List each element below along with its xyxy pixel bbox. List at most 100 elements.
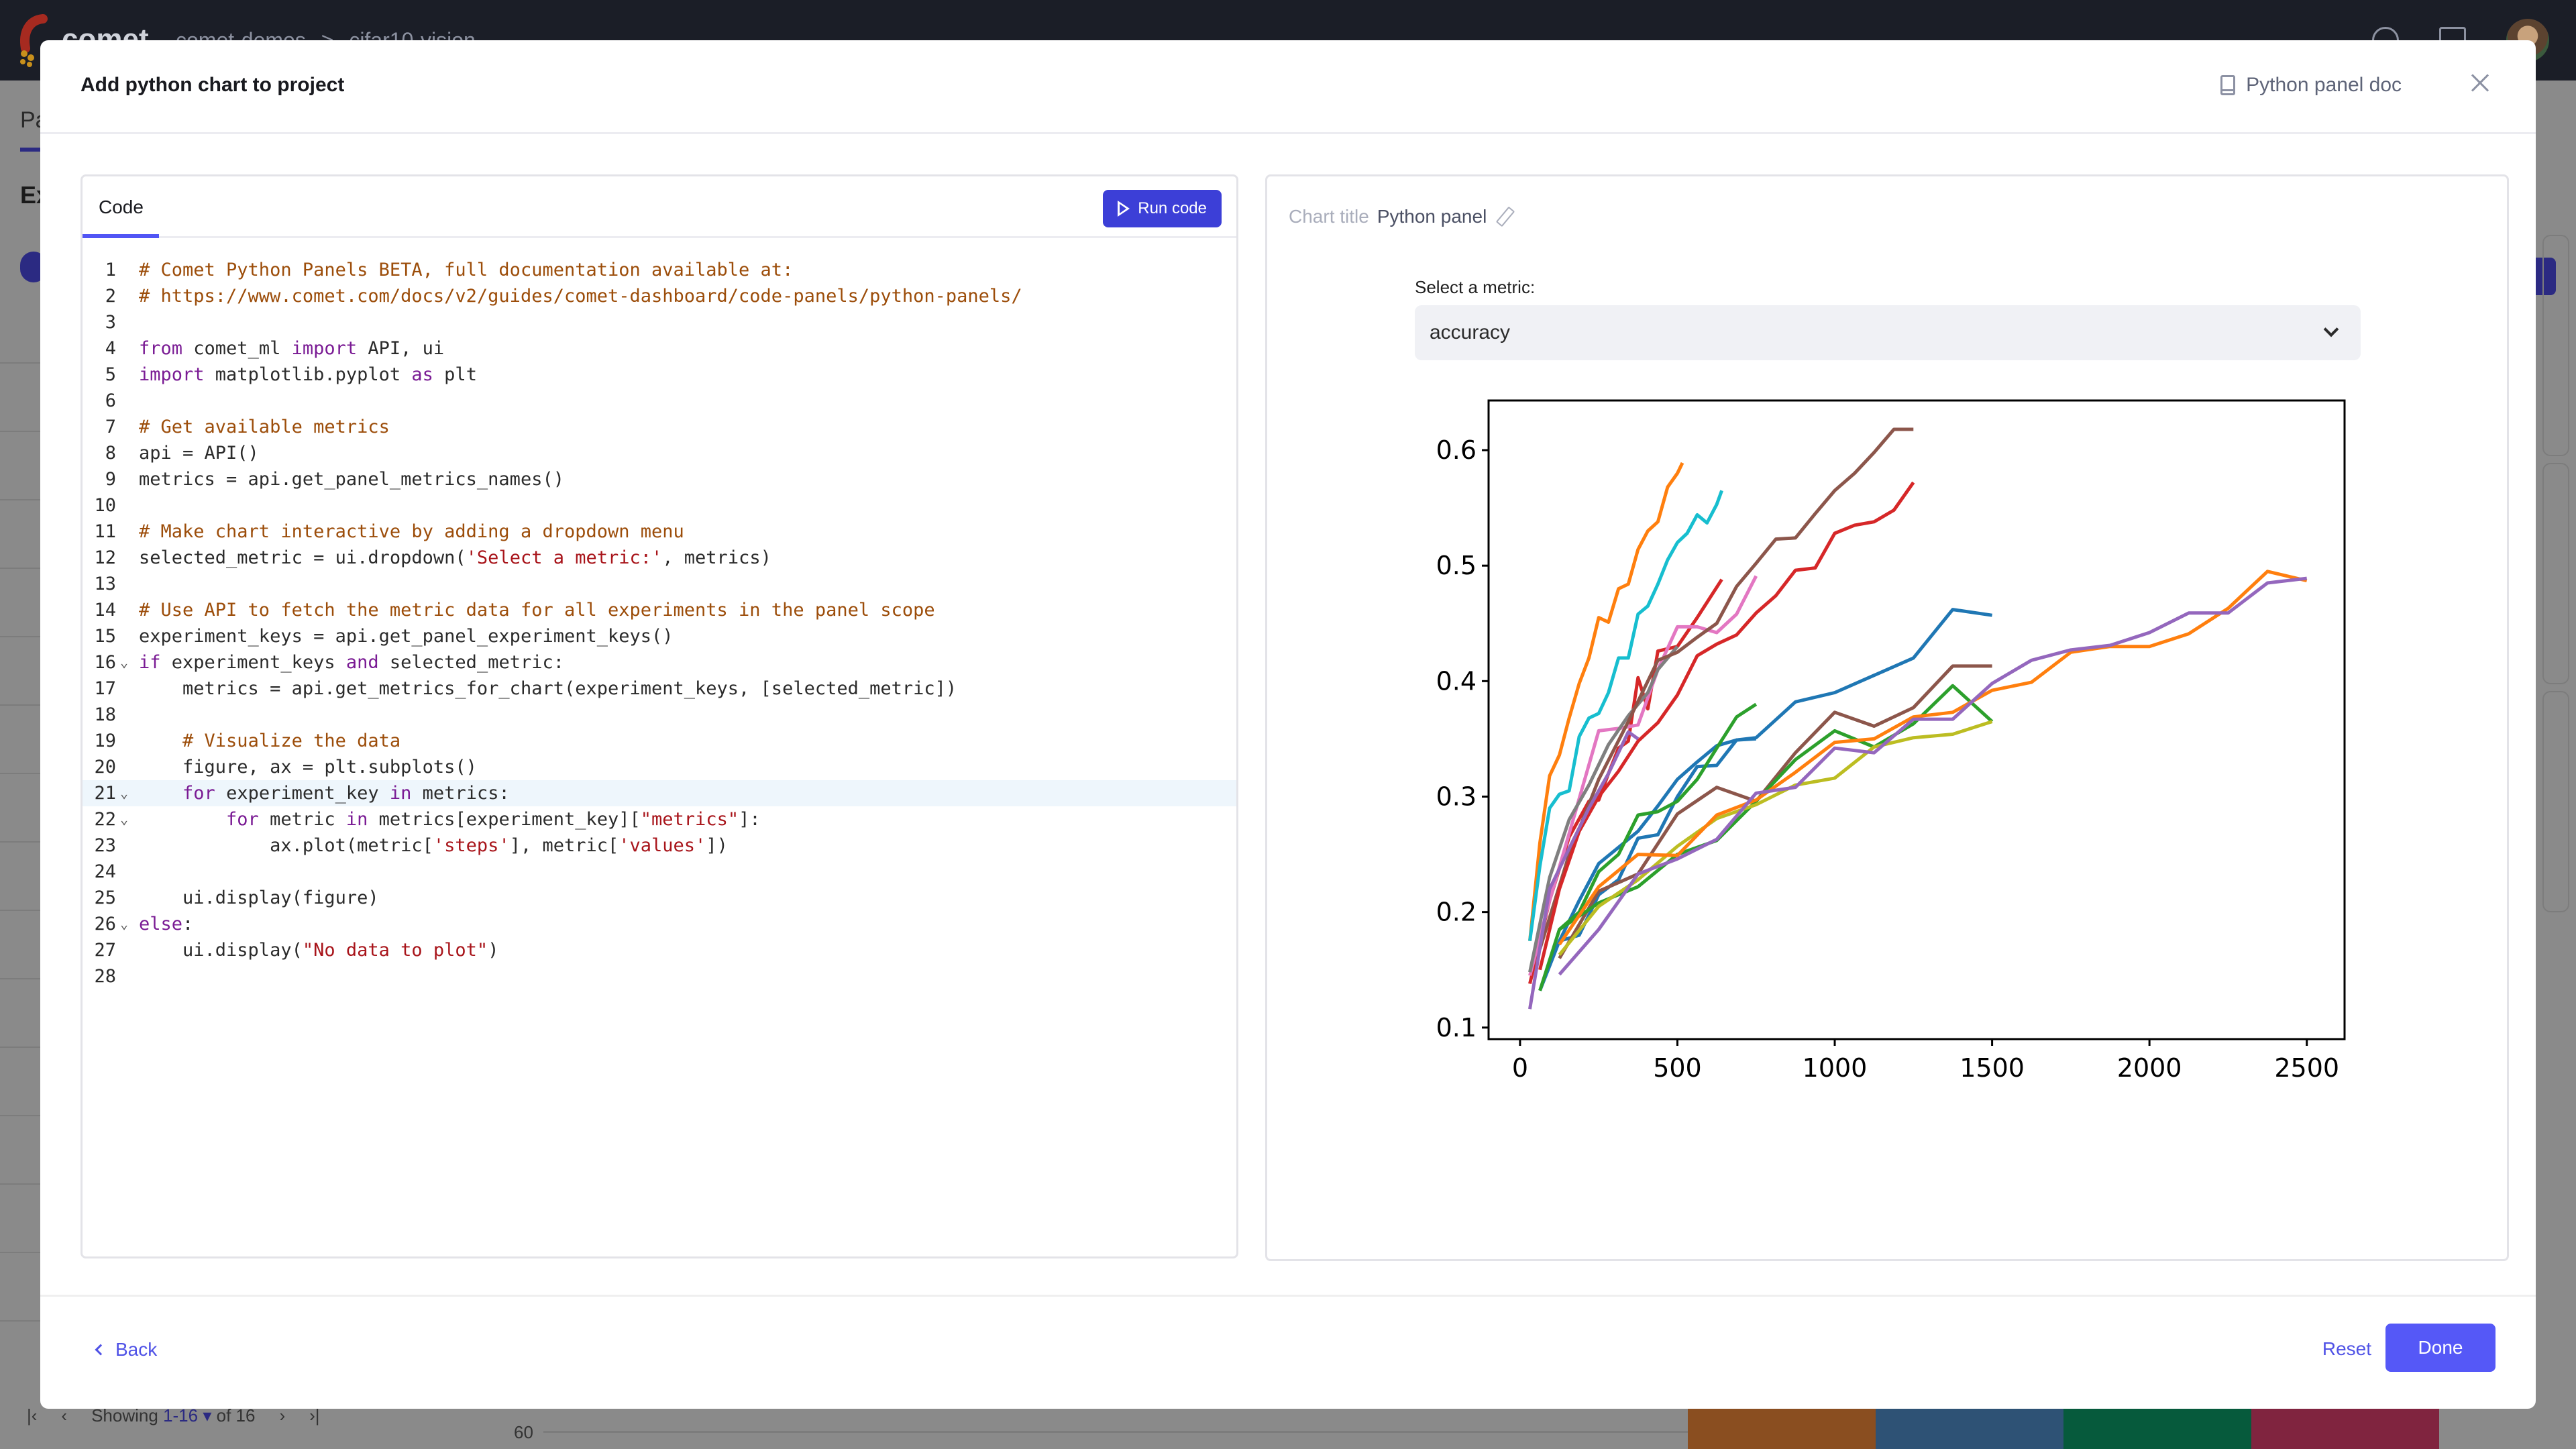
y-tick-label: 0.1 [1436,1013,1477,1042]
first-page-icon: |‹ [27,1405,38,1426]
line-number: 11 [94,521,116,542]
code-text: # Use API to fetch the metric data for a… [139,600,935,621]
back-button[interactable]: Back [95,1339,157,1360]
line-number: 17 [94,678,116,699]
background-row [0,1048,40,1116]
series-line-run-pink [1528,575,1758,976]
code-panel: Code Run code 1 # Comet Python Panels BET… [80,174,1238,1258]
background-card [2542,463,2569,684]
code-line[interactable]: 2 # https://www.comet.com/docs/v2/guides/… [83,283,1236,309]
modal-header: Add python chart to project Python panel… [40,40,2536,134]
line-number: 22 [94,809,116,830]
modal-footer: Back Reset Done [40,1295,2536,1409]
code-line[interactable]: 11 # Make chart interactive by adding a d… [83,519,1236,545]
code-line[interactable]: 1 # Comet Python Panels BETA, full docume… [83,257,1236,283]
run-code-button[interactable]: Run code [1103,190,1222,227]
modal-title: Add python chart to project [80,74,345,96]
line-number: 6 [105,390,116,411]
code-line[interactable]: 13 [83,571,1236,597]
y-tick-label: 0.2 [1436,898,1477,927]
code-text: experiment_keys = api.get_panel_experime… [139,626,674,647]
code-line[interactable]: 24 [83,859,1236,885]
code-line[interactable]: 21 ⌄ for experiment_key in metrics: [83,780,1236,806]
background-row [0,774,40,843]
code-line[interactable]: 20 figure, ax = plt.subplots() [83,754,1236,780]
line-number: 3 [105,312,116,333]
code-line[interactable]: 12 selected_metric = ui.dropdown('Select … [83,545,1236,571]
code-line[interactable]: 17 metrics = api.get_metrics_for_chart(e… [83,676,1236,702]
close-button[interactable] [2466,68,2496,98]
line-number: 21 [94,783,116,804]
line-number: 8 [105,443,116,464]
code-line[interactable]: 3 [83,309,1236,335]
background-row [0,843,40,911]
fold-chevron-icon[interactable]: ⌄ [120,911,128,937]
fold-chevron-icon[interactable]: ⌄ [120,780,128,806]
line-number: 2 [105,286,116,307]
code-text: for experiment_key in metrics: [182,783,510,804]
tab-code[interactable]: Code [99,197,144,218]
background-row [0,364,40,432]
line-number: 19 [94,731,116,751]
x-tick-label: 0 [1512,1053,1528,1083]
line-number: 20 [94,757,116,777]
code-line[interactable]: 16 ⌄ if experiment_keys and selected_metri… [83,649,1236,676]
code-line[interactable]: 26 ⌄ else: [83,911,1236,937]
python-panel-doc-link[interactable]: Python panel doc [2220,74,2402,97]
background-swatch [2063,1409,2251,1449]
background-swatch [1876,1409,2063,1449]
code-line[interactable]: 8 api = API() [83,440,1236,466]
code-line[interactable]: 4 from comet_ml import API, ui [83,335,1236,362]
line-number: 24 [94,861,116,882]
code-text: # Make chart interactive by adding a dro… [139,521,684,542]
code-line[interactable]: 9 metrics = api.get_panel_metrics_names() [83,466,1236,492]
code-line[interactable]: 28 [83,963,1236,989]
code-text: # https://www.comet.com/docs/v2/guides/c… [139,286,1022,307]
code-line[interactable]: 22 ⌄ for metric in metrics[experiment_key… [83,806,1236,833]
code-tabbar: Code Run code [83,176,1236,238]
line-number: 28 [94,966,116,987]
x-tick-label: 2500 [2274,1053,2339,1083]
code-line[interactable]: 7 # Get available metrics [83,414,1236,440]
done-button[interactable]: Done [2385,1324,2496,1372]
code-line[interactable]: 10 [83,492,1236,519]
code-text: from comet_ml import API, ui [139,338,445,359]
code-line[interactable]: 27 ui.display("No data to plot") [83,937,1236,963]
code-line[interactable]: 25 ui.display(figure) [83,885,1236,911]
line-number: 7 [105,417,116,437]
code-line[interactable]: 18 [83,702,1236,728]
background-row [0,500,40,569]
code-text: metrics = api.get_metrics_for_chart(expe… [139,678,957,699]
reset-button[interactable]: Reset [2322,1338,2371,1360]
code-line[interactable]: 5 import matplotlib.pyplot as plt [83,362,1236,388]
line-number: 14 [94,600,116,621]
run-code-label: Run code [1138,199,1207,217]
code-line[interactable]: 19 # Visualize the data [83,728,1236,754]
background-row [0,569,40,637]
chart-preview-panel: Chart title Python panel Select a metric… [1265,174,2509,1261]
fold-chevron-icon[interactable]: ⌄ [120,649,128,676]
play-icon [1118,201,1130,217]
x-tick-label: 1500 [1960,1053,2025,1083]
code-text: for metric in metrics[experiment_key]["m… [226,809,761,830]
code-line[interactable]: 15 experiment_keys = api.get_panel_experi… [83,623,1236,649]
code-text: # Get available metrics [139,417,390,437]
line-number: 5 [105,364,116,385]
series-line-run-orange-long [1558,570,2308,946]
chevron-left-icon [95,1344,107,1356]
background-row [0,706,40,774]
code-editor[interactable]: 1 # Comet Python Panels BETA, full docume… [83,257,1236,989]
background-chart-line [543,1431,1697,1433]
code-line[interactable]: 14 # Use API to fetch the metric data for… [83,597,1236,623]
background-row [0,979,40,1048]
background-row [0,1253,40,1322]
code-text: api = API() [139,443,259,464]
line-number: 13 [94,574,116,594]
line-number: 4 [105,338,116,359]
line-number: 15 [94,626,116,647]
line-number: 23 [94,835,116,856]
fold-chevron-icon[interactable]: ⌄ [120,806,128,833]
code-line[interactable]: 23 ax.plot(metric['steps'], metric['valu… [83,833,1236,859]
line-number: 16 [94,652,116,673]
code-line[interactable]: 6 [83,388,1236,414]
